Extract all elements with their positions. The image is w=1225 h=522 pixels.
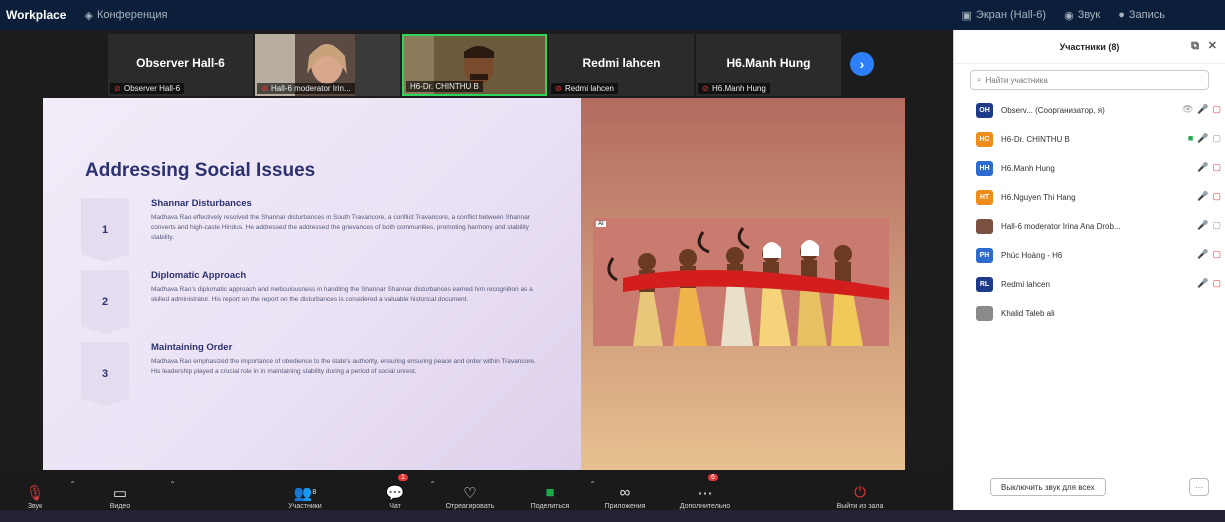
popout-icon[interactable]: ⧉ bbox=[1191, 40, 1199, 53]
participant-name: H6-Dr. CHINTHU B bbox=[1001, 135, 1070, 144]
video-thumbnail[interactable]: Observer Hall-6 ⊘ Observer Hall-6 bbox=[108, 34, 253, 96]
video-icon[interactable]: ▢ bbox=[1212, 220, 1221, 231]
participant-name: Phúc Hoàng - H6 bbox=[1001, 251, 1063, 260]
slide-content: Addressing Social Issues 1 Shannar Distu… bbox=[43, 98, 581, 470]
illustration-graphic bbox=[593, 218, 889, 346]
mute-all-button[interactable]: Выключить звук для всех bbox=[990, 478, 1106, 496]
mic-muted-icon: ⊘ bbox=[261, 83, 268, 93]
title-bar: Workplace ◈ Конференция ▣ Экран (Hall-6) ◉… bbox=[0, 0, 1225, 30]
video-icon[interactable]: ▢ bbox=[1212, 133, 1221, 144]
more-icon: ⋯ bbox=[697, 484, 713, 502]
chevron-up-icon[interactable]: ⌃ bbox=[169, 480, 176, 489]
camera-icon: ▭ bbox=[112, 484, 128, 502]
avatar: OH bbox=[976, 103, 993, 118]
panel-footer: Выключить звук для всех ··· bbox=[954, 474, 1225, 500]
participants-icon: 👥 8 bbox=[293, 484, 317, 502]
video-thumbnail[interactable]: ⊘ Hall-6 moderator Irin... bbox=[255, 34, 400, 96]
avatar: HH bbox=[976, 161, 993, 176]
avatar: PH bbox=[976, 248, 993, 263]
participant-name: Hall-6 moderator Irina Ana Drob... bbox=[1001, 222, 1121, 231]
mic-muted-icon: ⊘ bbox=[555, 83, 562, 93]
avatar: HC bbox=[976, 132, 993, 147]
mic-muted-icon: 🎙 bbox=[25, 484, 45, 502]
participant-row[interactable]: HC H6-Dr. CHINTHU B ■ 🎤 ▢ bbox=[954, 125, 1225, 154]
leave-icon: ⏻ bbox=[854, 484, 866, 501]
participants-panel: Участники (8) ⧉ ✕ ⌕ OH Observ... (Соорган… bbox=[953, 30, 1225, 510]
video-icon[interactable]: ▢ bbox=[1212, 162, 1221, 173]
shared-screen-slide: Addressing Social Issues 1 Shannar Distu… bbox=[43, 98, 905, 470]
mic-icon[interactable]: 🎤 bbox=[1197, 278, 1208, 289]
participant-row[interactable]: RL Redmi lahcen 🎤 ▢ bbox=[954, 270, 1225, 299]
avatar: RL bbox=[976, 277, 993, 292]
os-taskbar bbox=[0, 510, 1225, 522]
mic-icon[interactable]: 🎤 bbox=[1197, 249, 1208, 260]
panel-more-button[interactable]: ··· bbox=[1189, 478, 1209, 496]
participant-name: Khalid Taleb ali bbox=[1001, 309, 1055, 318]
titlebar-item-sound[interactable]: ◉ Звук bbox=[1064, 9, 1100, 22]
protest-illustration: AI bbox=[593, 218, 889, 346]
shield-icon: ◈ bbox=[84, 9, 93, 22]
chat-icon: 💬 bbox=[385, 484, 405, 502]
share-screen-icon: ■ bbox=[545, 484, 555, 501]
participant-row[interactable]: Khalid Taleb ali bbox=[954, 299, 1225, 328]
app-title: Workplace bbox=[6, 8, 67, 22]
apps-icon: ∞ bbox=[619, 484, 631, 501]
image-badge: AI bbox=[596, 221, 606, 227]
participant-list: OH Observ... (Соорганизатор, я) 👁 🎤 ▢ HC H6-Dr… bbox=[954, 96, 1225, 328]
meeting-stage: Observer Hall-6 ⊘ Observer Hall-6 ⊘ Hall-6… bbox=[0, 30, 950, 470]
participant-row[interactable]: HH H6.Manh Hung 🎤 ▢ bbox=[954, 154, 1225, 183]
video-thumbnail[interactable]: Redmi lahcen ⊘ Redmi lahcen bbox=[549, 34, 694, 96]
video-icon[interactable]: ▢ bbox=[1212, 104, 1221, 115]
chevron-right-icon: › bbox=[859, 56, 865, 72]
video-icon[interactable]: ▢ bbox=[1212, 191, 1221, 202]
chat-unread-badge: 1 bbox=[398, 474, 408, 481]
more-badge: 6 bbox=[708, 474, 718, 481]
video-thumbnail-active-speaker[interactable]: H6-Dr. CHINTHU B bbox=[402, 34, 547, 96]
titlebar-item-screen[interactable]: ▣ Экран (Hall-6) bbox=[962, 9, 1047, 22]
participant-search[interactable]: ⌕ bbox=[970, 70, 1209, 90]
search-input[interactable] bbox=[985, 75, 1186, 85]
panel-title: Участники (8) bbox=[1059, 41, 1120, 52]
avatar bbox=[976, 306, 993, 321]
participant-row[interactable]: Hall-6 moderator Irina Ana Drob... 🎤 ▢ bbox=[954, 212, 1225, 241]
next-page-button[interactable]: › bbox=[850, 52, 874, 76]
mic-muted-icon: ⊘ bbox=[114, 83, 121, 93]
video-icon[interactable]: ▢ bbox=[1212, 278, 1221, 289]
participant-name: H6.Manh Hung bbox=[1001, 164, 1055, 173]
participant-name: Redmi lahcen bbox=[1001, 280, 1050, 289]
participant-name: H6.Nguyen Thi Hang bbox=[1001, 193, 1076, 202]
slide-image-panel: AI bbox=[581, 98, 905, 470]
record-icon: ● bbox=[1118, 9, 1125, 21]
mic-icon[interactable]: 🎤 bbox=[1197, 220, 1208, 231]
participant-row[interactable]: HT H6.Nguyen Thi Hang 🎤 ▢ bbox=[954, 183, 1225, 212]
titlebar-item-record[interactable]: ● Запись bbox=[1118, 9, 1165, 21]
participant-row[interactable]: PH Phúc Hoàng - H6 🎤 ▢ bbox=[954, 241, 1225, 270]
video-thumbnail-strip: Observer Hall-6 ⊘ Observer Hall-6 ⊘ Hall-6… bbox=[108, 34, 841, 96]
video-icon[interactable]: ▢ bbox=[1212, 249, 1221, 260]
mic-icon[interactable]: 🎤 bbox=[1197, 104, 1208, 115]
avatar: HT bbox=[976, 190, 993, 205]
video-thumbnail[interactable]: H6.Manh Hung ⊘ H6.Manh Hung bbox=[696, 34, 841, 96]
close-icon[interactable]: ✕ bbox=[1208, 39, 1217, 52]
eye-icon[interactable]: 👁 bbox=[1182, 104, 1193, 115]
heart-icon: ♡ bbox=[463, 484, 477, 502]
speaker-icon: ◉ bbox=[1064, 9, 1074, 22]
mic-icon[interactable]: 🎤 bbox=[1197, 162, 1208, 173]
participant-name: Observ... (Соорганизатор, я) bbox=[1001, 106, 1105, 115]
sharing-icon[interactable]: ■ bbox=[1188, 133, 1193, 144]
avatar bbox=[976, 219, 993, 234]
participant-row[interactable]: OH Observ... (Соорганизатор, я) 👁 🎤 ▢ bbox=[954, 96, 1225, 125]
slide-title: Addressing Social Issues bbox=[85, 160, 316, 181]
search-icon: ⌕ bbox=[977, 75, 982, 84]
mic-icon[interactable]: 🎤 bbox=[1197, 191, 1208, 202]
titlebar-item-conference[interactable]: ◈ Конференция bbox=[84, 9, 167, 22]
panel-header: Участники (8) ⧉ ✕ bbox=[954, 30, 1225, 64]
screen-icon: ▣ bbox=[961, 9, 972, 22]
mic-muted-icon: ⊘ bbox=[702, 83, 709, 93]
mic-icon[interactable]: 🎤 bbox=[1197, 133, 1208, 144]
